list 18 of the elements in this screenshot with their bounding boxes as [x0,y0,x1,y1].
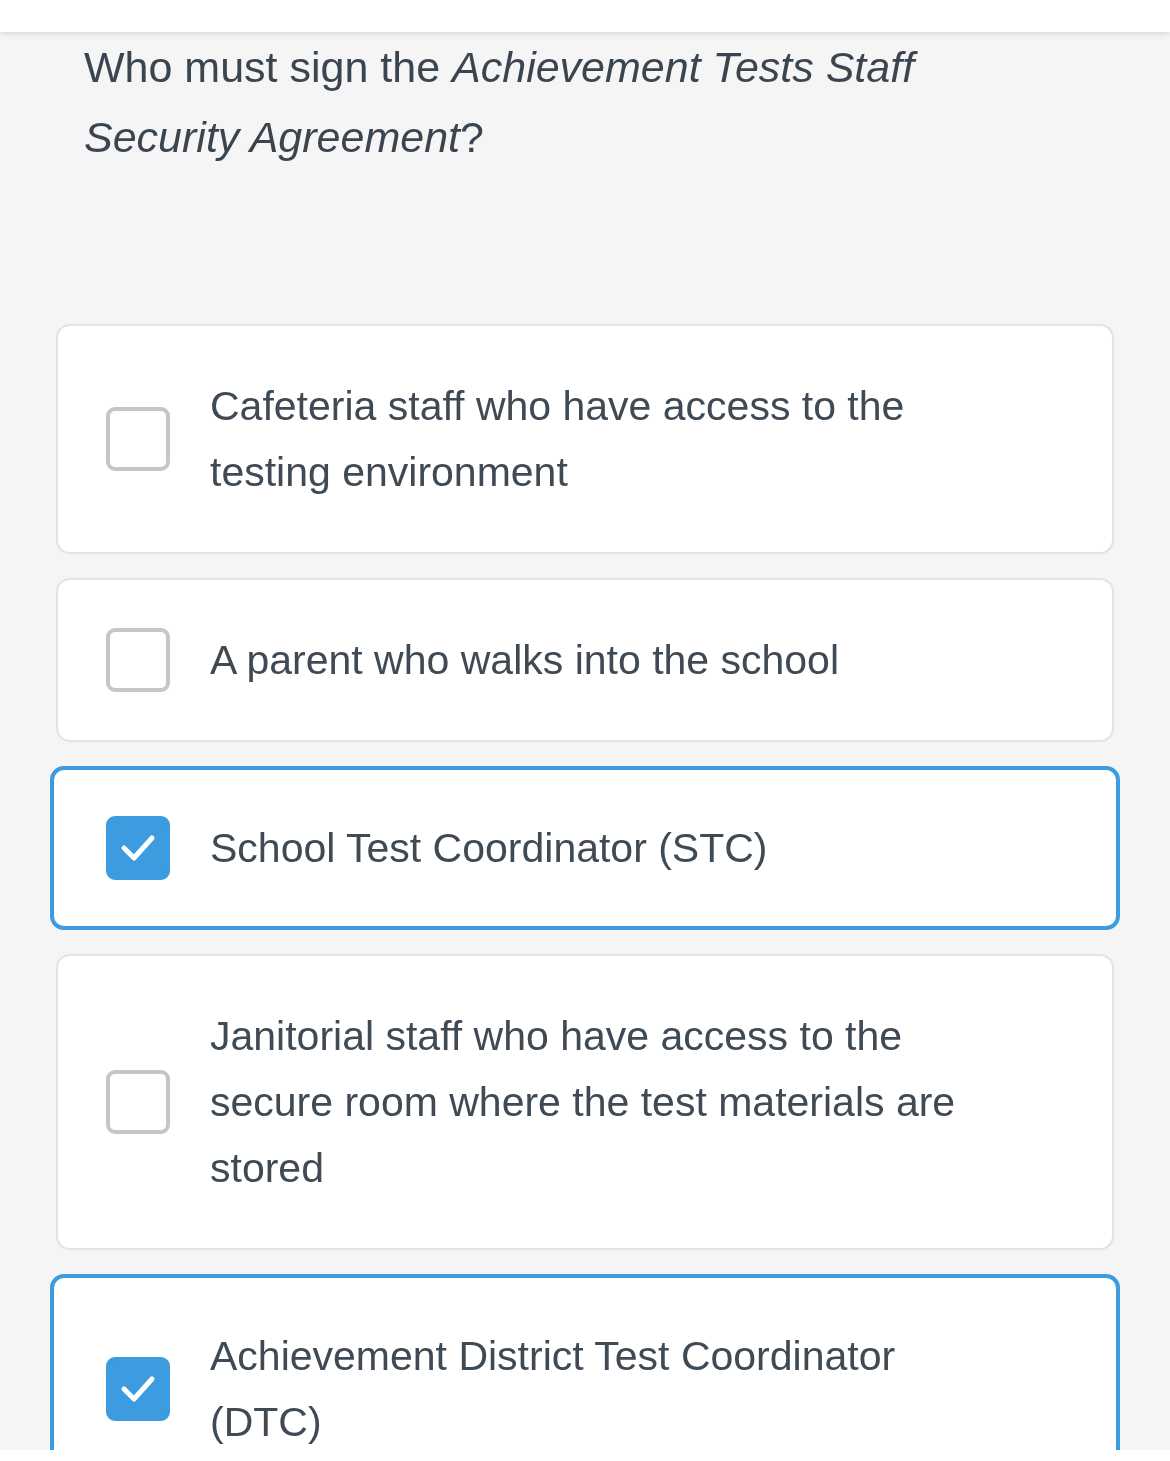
answer-option[interactable]: Cafeteria staff who have access to the testing environment [56,324,1114,554]
option-label: A parent who walks into the school [210,636,840,685]
option-label: Achievement District Test Coordinator (DTC) [210,1332,897,1447]
checkbox[interactable] [106,628,170,692]
checkmark-icon [120,1374,156,1404]
checkmark-icon [120,833,156,863]
answer-option[interactable]: School Test Coordinator (STC) [50,766,1120,930]
checkbox[interactable] [106,1070,170,1134]
checkbox[interactable] [106,407,170,471]
checkbox[interactable] [106,1357,170,1421]
checkbox[interactable] [106,816,170,880]
answer-option[interactable]: Janitorial staff who have access to the secure room where the test materials are stored [56,954,1114,1250]
option-label: School Test Coordinator (STC) [210,824,768,873]
option-label: Cafeteria staff who have access to the testing environment [210,382,906,497]
question-text: Who must sign the Achievement Tests Staff Security Agreement? [0,32,1030,172]
answer-option[interactable]: A parent who walks into the school [56,578,1114,742]
answer-option[interactable]: Achievement District Test Coordinator (DTC) [50,1274,1120,1450]
option-label: Janitorial staff who have access to the secure room where the test materials are stored [210,1012,957,1193]
